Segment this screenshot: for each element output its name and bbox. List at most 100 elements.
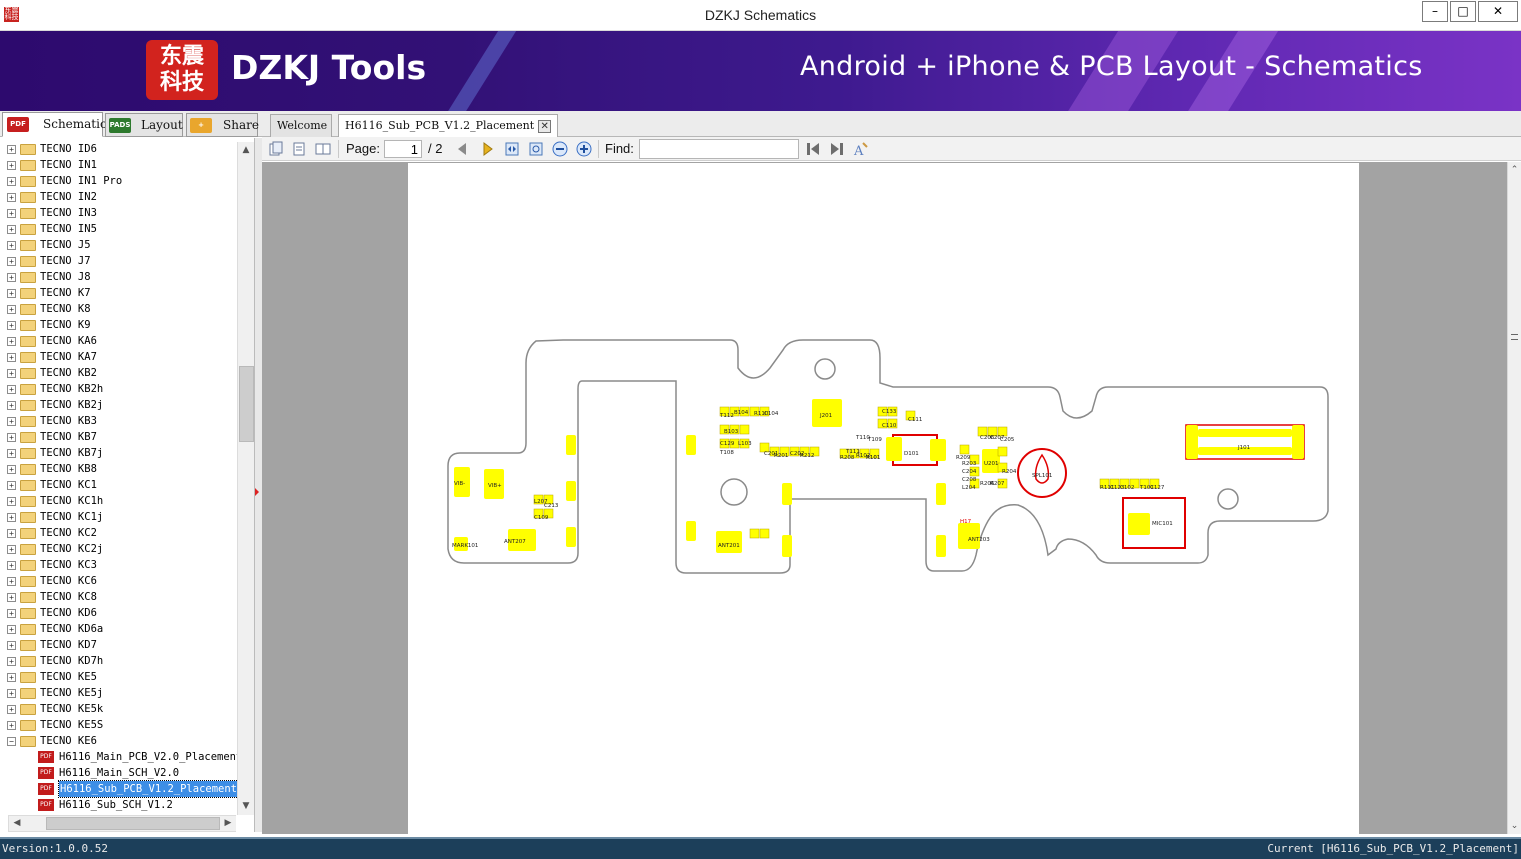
expand-icon[interactable]: + (7, 353, 16, 362)
expand-icon[interactable]: + (7, 497, 16, 506)
tree-folder[interactable]: + TECNO K9 (0, 317, 238, 333)
zoom-in-icon[interactable] (576, 141, 592, 157)
viewer-vertical-scrollbar[interactable]: ⌃ ⌄ (1507, 162, 1521, 834)
scroll-up-icon[interactable]: ⌃ (1508, 162, 1521, 178)
tree-folder[interactable]: + TECNO KA6 (0, 333, 238, 349)
tree-file[interactable]: PDF H6116_Main_PCB_V2.0_Placement (0, 749, 242, 765)
tree-folder[interactable]: + TECNO KE5 (0, 669, 238, 685)
expand-icon[interactable]: + (7, 529, 16, 538)
tree-horizontal-scrollbar[interactable]: ◀ ▶ (8, 815, 236, 832)
expand-icon[interactable]: + (7, 625, 16, 634)
expand-icon[interactable]: + (7, 401, 16, 410)
expand-icon[interactable]: + (7, 209, 16, 218)
tree-folder[interactable]: + TECNO KC2 (0, 525, 238, 541)
expand-icon[interactable]: + (7, 449, 16, 458)
expand-icon[interactable]: + (7, 321, 16, 330)
expand-icon[interactable]: + (7, 193, 16, 202)
expand-icon[interactable]: + (7, 673, 16, 682)
expand-icon[interactable]: + (7, 417, 16, 426)
expand-icon[interactable]: + (7, 257, 16, 266)
tree-folder[interactable]: + TECNO KD7h (0, 653, 238, 669)
tree-folder[interactable]: + TECNO KB3 (0, 413, 238, 429)
scroll-down-icon[interactable]: ▼ (238, 798, 254, 814)
expand-icon[interactable]: + (7, 609, 16, 618)
expand-icon[interactable]: + (7, 721, 16, 730)
tree-folder[interactable]: + TECNO KB7j (0, 445, 238, 461)
tree-folder[interactable]: + TECNO KC2j (0, 541, 238, 557)
expand-icon[interactable]: + (7, 481, 16, 490)
tree-file[interactable]: PDF H6116_Sub_SCH_V1.2 (0, 797, 238, 813)
text-highlight-icon[interactable]: A (853, 141, 869, 157)
expand-icon[interactable]: + (7, 657, 16, 666)
expand-icon[interactable]: + (7, 561, 16, 570)
tree-folder[interactable]: + TECNO J7 (0, 253, 238, 269)
expand-icon[interactable]: + (7, 273, 16, 282)
expand-icon[interactable]: + (7, 337, 16, 346)
tree-folder[interactable]: + TECNO KE5j (0, 685, 238, 701)
minimize-button[interactable]: – (1422, 1, 1448, 22)
tree-folder[interactable]: + TECNO KB8 (0, 461, 238, 477)
scroll-grip-icon[interactable] (1511, 334, 1518, 340)
tree-folder[interactable]: + TECNO J5 (0, 237, 238, 253)
expand-icon[interactable]: + (7, 241, 16, 250)
document-viewer[interactable]: VIB- VIB+ MARK101 ANT207 L207 C213 C109 T112 B10… (262, 162, 1507, 834)
scroll-left-icon[interactable]: ◀ (9, 816, 25, 831)
tree-folder[interactable]: + TECNO KC6 (0, 573, 238, 589)
previous-page-icon[interactable] (454, 141, 470, 157)
tab-schematic[interactable]: PDF Schematic (2, 112, 107, 137)
tab-layout[interactable]: PADS Layout (105, 113, 183, 137)
find-previous-icon[interactable] (805, 141, 821, 157)
collapse-arrow-icon[interactable] (255, 488, 259, 496)
tab-welcome[interactable]: Welcome (270, 114, 332, 137)
find-input[interactable] (639, 139, 799, 159)
tree-file[interactable]: PDF H6116_Main_SCH_V2.0 (0, 765, 238, 781)
panel-splitter[interactable] (255, 138, 262, 832)
tree-folder[interactable]: + TECNO KB2 (0, 365, 238, 381)
expand-icon[interactable]: + (7, 577, 16, 586)
next-page-icon[interactable] (480, 141, 496, 157)
tree-folder[interactable]: + TECNO K8 (0, 301, 238, 317)
zoom-out-icon[interactable] (552, 141, 568, 157)
tree-folder[interactable]: + TECNO KA7 (0, 349, 238, 365)
tree-folder[interactable]: + TECNO K7 (0, 285, 238, 301)
expand-icon[interactable]: + (7, 513, 16, 522)
tab-document[interactable]: H6116_Sub_PCB_V1.2_Placement ✕ (338, 114, 559, 137)
close-tab-icon[interactable]: ✕ (538, 119, 552, 133)
expand-icon[interactable]: + (7, 369, 16, 378)
copy-page-icon[interactable] (268, 141, 284, 157)
expand-icon[interactable]: + (7, 385, 16, 394)
scroll-right-icon[interactable]: ▶ (220, 816, 236, 831)
expand-icon[interactable]: + (7, 689, 16, 698)
tree-folder[interactable]: + TECNO IN5 (0, 221, 238, 237)
tree-folder[interactable]: + TECNO KB2h (0, 381, 238, 397)
tree-folder[interactable]: + TECNO IN3 (0, 205, 238, 221)
expand-icon[interactable]: + (7, 465, 16, 474)
collapse-icon[interactable]: − (7, 737, 16, 746)
page-number-input[interactable] (384, 140, 422, 158)
tree-folder[interactable]: + TECNO IN2 (0, 189, 238, 205)
expand-icon[interactable]: + (7, 705, 16, 714)
expand-icon[interactable]: + (7, 161, 16, 170)
tree-folder[interactable]: + TECNO ID6 (0, 141, 238, 157)
expand-icon[interactable]: + (7, 225, 16, 234)
tree-folder[interactable]: + TECNO KD6a (0, 621, 238, 637)
fit-page-icon[interactable] (528, 141, 544, 157)
scroll-thumb[interactable] (46, 817, 220, 830)
tree-folder[interactable]: + TECNO KC8 (0, 589, 238, 605)
expand-icon[interactable]: + (7, 289, 16, 298)
tree-folder[interactable]: + TECNO KC1j (0, 509, 238, 525)
tree-folder[interactable]: + TECNO IN1 Pro (0, 173, 238, 189)
expand-icon[interactable]: + (7, 641, 16, 650)
expand-icon[interactable]: + (7, 305, 16, 314)
tree-vertical-scrollbar[interactable]: ▲ ▼ (237, 142, 254, 815)
tree-folder[interactable]: − TECNO KE6 (0, 733, 238, 749)
tree-folder[interactable]: + TECNO KD7 (0, 637, 238, 653)
expand-icon[interactable]: + (7, 433, 16, 442)
expand-icon[interactable]: + (7, 145, 16, 154)
tree-folder[interactable]: + TECNO KC1 (0, 477, 238, 493)
scroll-down-icon[interactable]: ⌄ (1508, 818, 1521, 834)
tree-folder[interactable]: + TECNO KE5k (0, 701, 238, 717)
maximize-button[interactable]: □ (1450, 1, 1476, 22)
find-next-icon[interactable] (829, 141, 845, 157)
single-page-icon[interactable] (291, 141, 307, 157)
